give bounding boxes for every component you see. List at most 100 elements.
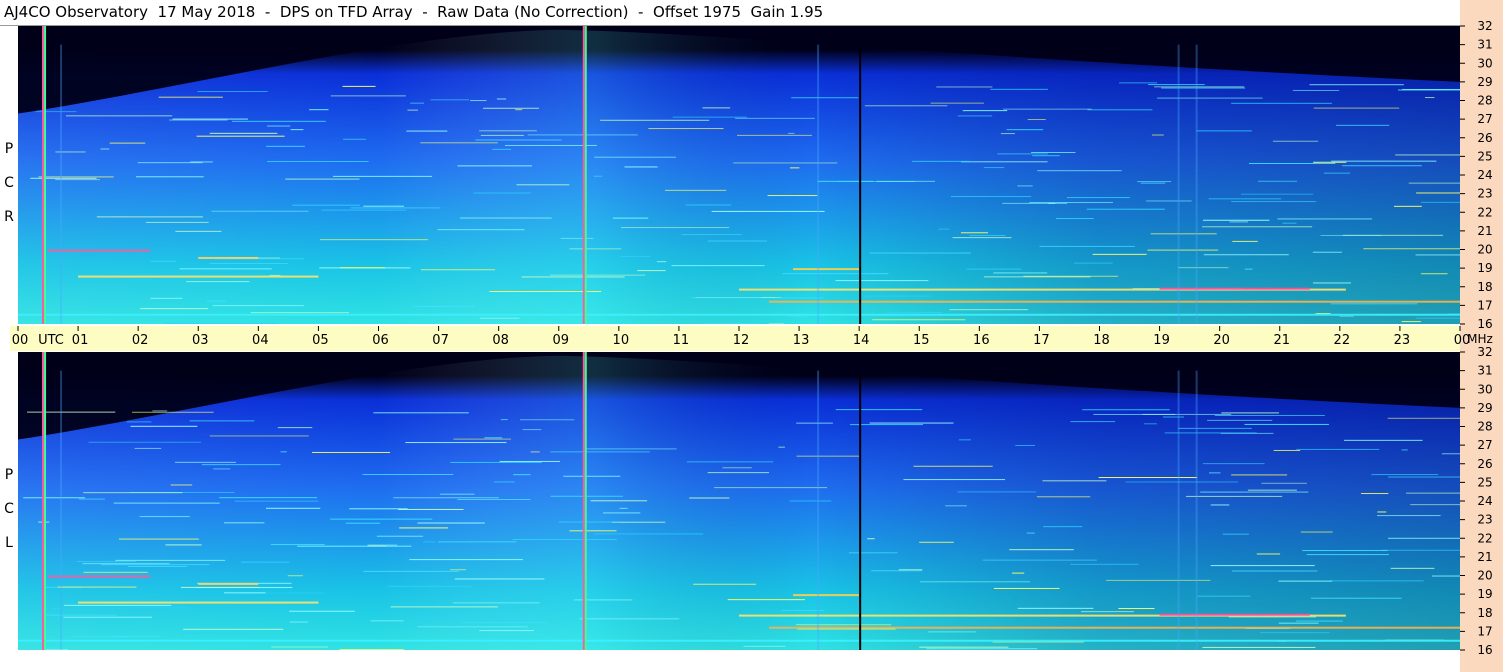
lcp-noise-streak: [23, 497, 85, 499]
lcp-noise-streak: [387, 585, 472, 587]
rcp-noise-streak: [172, 118, 248, 120]
freq-tick-label: 26: [1477, 131, 1492, 145]
lcp-noise-streak: [499, 460, 560, 462]
rcp-noise-streak: [691, 297, 762, 299]
time-tick-label: 04: [252, 333, 269, 348]
rcp-noise-streak: [319, 239, 429, 241]
rcp-noise-streak: [681, 234, 742, 236]
rcp-noise-streak: [1240, 193, 1314, 195]
rcp-noise-streak: [483, 107, 539, 109]
lcp-noise-streak: [83, 571, 148, 573]
rcp-noise-streak: [150, 297, 183, 299]
freq-tick-label: 29: [1477, 75, 1492, 89]
rcp-noise-streak: [969, 234, 1006, 236]
rcp-noise-streak: [1161, 87, 1246, 89]
lcp-noise-streak: [330, 518, 433, 520]
rcp-noise-streak: [835, 280, 929, 282]
rcp-noise-streak: [496, 98, 507, 100]
rcp-noise-streak: [671, 265, 765, 267]
lcp-noise-streak: [1214, 414, 1325, 416]
freq-unit-label: MHz: [1467, 332, 1493, 346]
lcp-noise-streak: [603, 512, 641, 514]
rcp-noise-streak: [735, 117, 815, 119]
lcp-noise-streak: [219, 497, 318, 499]
lcp-noise-streak: [1231, 474, 1288, 476]
rcp-noise-streak: [1231, 102, 1332, 104]
lcp-noise-streak: [958, 439, 971, 441]
lcp-noise-streak: [398, 508, 464, 510]
lcp-noise-streak: [1360, 493, 1389, 495]
lcp-interference-band: [769, 626, 1460, 629]
freq-tick-label: 21: [1477, 224, 1492, 238]
rcp-noise-streak: [1420, 273, 1448, 275]
lcp-spectrogram-panel: [18, 352, 1460, 650]
time-tick-label: 13: [793, 333, 810, 348]
freq-tick-label: 19: [1477, 261, 1492, 275]
rcp-noise-streak: [1244, 268, 1253, 270]
lcp-noise-streak: [368, 545, 387, 547]
rcp-interference-band: [198, 256, 259, 259]
rcp-noise-streak: [1272, 140, 1319, 142]
lcp-noise-streak: [27, 411, 116, 413]
rcp-noise-streak: [950, 196, 1032, 198]
rcp-noise-streak: [707, 240, 768, 242]
lcp-noise-streak: [993, 587, 1060, 589]
rcp-noise-streak: [637, 270, 666, 272]
rcp-noise-streak: [135, 176, 204, 178]
lcp-noise-streak: [405, 442, 507, 444]
lcp-noise-streak: [241, 561, 290, 563]
rcp-noise-streak: [1331, 160, 1437, 162]
lcp-noise-streak: [500, 419, 508, 421]
rcp-noise-streak: [35, 111, 77, 113]
rcp-noise-streak: [1087, 109, 1153, 111]
rcp-marker-c: [859, 48, 862, 324]
lcp-noise-streak: [1197, 595, 1251, 597]
rcp-noise-streak: [1119, 82, 1158, 84]
rcp-marker-b-green: [584, 26, 587, 324]
rcp-noise-streak: [1277, 218, 1373, 220]
lcp-noise-streak: [869, 422, 954, 424]
rcp-noise-streak: [1196, 130, 1252, 132]
lcp-noise-streak: [558, 521, 620, 523]
rcp-noise-streak: [1147, 249, 1219, 251]
rcp-noise-streak: [1146, 200, 1192, 202]
lcp-noise-streak: [63, 616, 153, 618]
lcp-noise-streak: [795, 624, 892, 626]
rcp-noise-streak: [197, 91, 268, 93]
freq-tick-label: 28: [1477, 420, 1492, 434]
time-tick-label: 16: [973, 333, 990, 348]
rcp-noise-streak: [656, 261, 667, 263]
freq-tick-label: 19: [1477, 587, 1492, 601]
lcp-noise-streak: [280, 451, 287, 453]
lcp-label-l: L: [5, 535, 13, 551]
lcp-noise-streak: [611, 521, 666, 523]
lcp-noise-streak: [1388, 476, 1460, 478]
lcp-noise-streak: [686, 461, 774, 463]
lcp-noise-streak: [390, 606, 498, 608]
lcp-noise-streak: [101, 564, 210, 566]
rcp-noise-streak: [285, 178, 360, 180]
lcp-noise-streak: [727, 599, 805, 601]
rcp-noise-streak: [231, 120, 326, 122]
lcp-noise-streak: [1178, 427, 1252, 429]
lcp-noise-streak: [450, 569, 467, 571]
rcp-noise-streak: [990, 88, 1048, 90]
rcp-noise-streak: [594, 156, 676, 158]
lcp-noise-streak: [848, 552, 898, 554]
rcp-noise-streak: [1416, 192, 1460, 194]
lcp-noise-streak: [271, 646, 328, 648]
lcp-noise-streak: [1036, 496, 1091, 498]
rcp-noise-streak: [983, 167, 1005, 169]
time-tick-label: 17: [1033, 333, 1050, 348]
rcp-noise-streak: [38, 176, 114, 178]
lcp-noise-streak: [1329, 580, 1424, 582]
lcp-noise-streak: [409, 559, 523, 561]
rcp-noise-streak: [169, 119, 228, 121]
rcp-noise-streak: [350, 207, 441, 209]
lcp-noise-streak: [513, 474, 531, 476]
rcp-noise-streak: [206, 300, 226, 302]
freq-tick-label: 16: [1477, 643, 1492, 657]
rcp-noise-streak: [410, 102, 424, 104]
freq-tick-label: 16: [1477, 317, 1492, 331]
rcp-noise-streak: [527, 134, 638, 136]
